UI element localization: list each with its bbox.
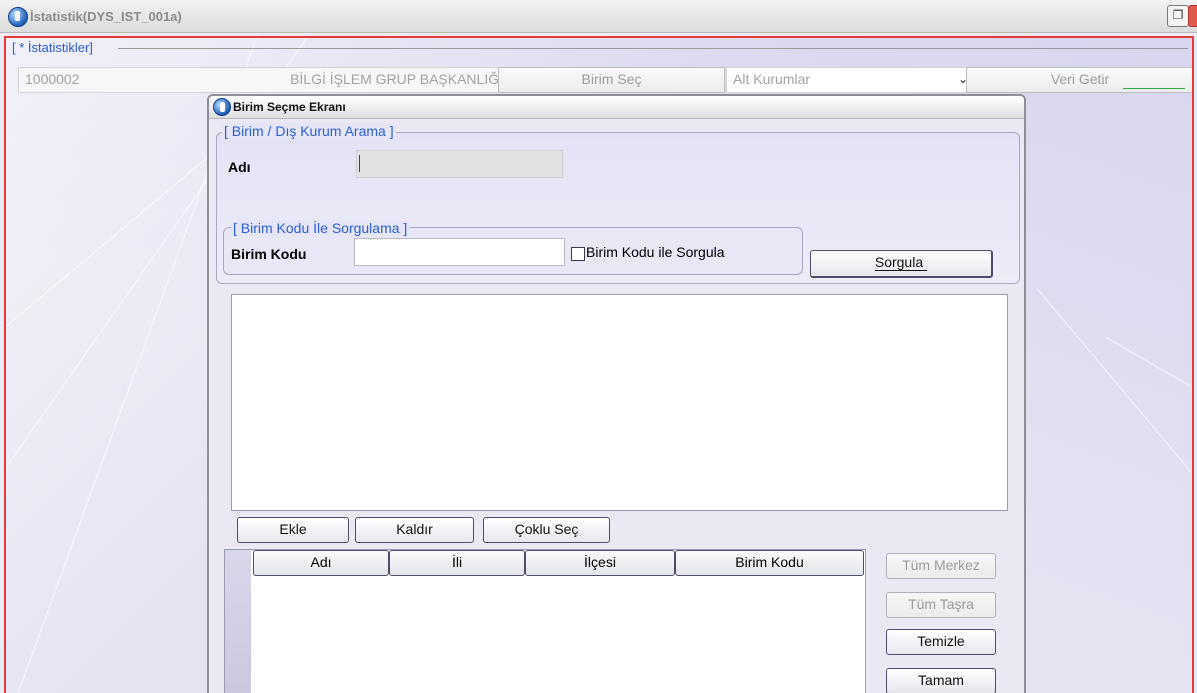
window-title-bar: İstatistik(DYS_IST_001a) ❐ [0,0,1197,33]
column-header-province[interactable]: İli [389,550,525,576]
column-header-district[interactable]: İlçesi [525,550,675,576]
remove-button[interactable]: Kaldır [355,517,474,543]
name-input[interactable] [356,150,563,178]
all-province-button[interactable]: Tüm Taşra [886,592,996,618]
search-fieldset-legend: [ Birim / Dış Kurum Arama ] [222,123,396,139]
background-decoration [6,158,207,609]
unit-code-input[interactable] [354,238,565,266]
ok-button[interactable]: Tamam [886,668,996,693]
unit-code-text: 1000002 [25,71,80,87]
multi-select-button[interactable]: Çoklu Seç [483,517,610,543]
sub-institution-select-value: Alt Kurumlar [733,71,811,87]
select-unit-button[interactable]: Birim Seç [498,67,725,93]
background-decoration [1036,287,1192,672]
focus-underline [1123,88,1185,89]
column-header-name[interactable]: Adı [253,550,389,576]
close-window-icon[interactable] [1188,5,1197,27]
group-border [118,48,1188,49]
query-button-label: Sorgula [874,254,928,271]
all-center-button[interactable]: Tüm Merkez [886,553,996,579]
unit-name-text: BİLGİ İŞLEM GRUP BAŞKANLIĞI [290,71,503,87]
sub-institution-select[interactable]: Alt Kurumlar ⌄ [726,67,977,93]
row-header-column [225,550,251,693]
text-caret [359,155,360,172]
clear-button[interactable]: Temizle [886,629,996,655]
results-list[interactable] [231,294,1008,511]
dialog-title-bar: Birim Seçme Ekranı [209,96,1024,119]
column-header-unit-code[interactable]: Birim Kodu [675,550,864,576]
unit-display-field: 1000002 BİLGİ İŞLEM GRUP BAŞKANLIĞI [18,67,510,93]
dialog-title: Birim Seçme Ekranı [233,100,346,114]
query-by-code-label: Birim Kodu ile Sorgula [586,244,725,260]
dialog-logo-icon [213,98,231,116]
unit-code-label: Birim Kodu [231,246,307,262]
statistics-group-legend: [ * İstatistikler] [12,40,93,55]
fetch-data-label: Veri Getir [1050,71,1110,87]
unit-select-dialog: Birim Seçme Ekranı [ Birim / Dış Kurum A… [207,94,1026,693]
fetch-data-button[interactable]: Veri Getir [966,67,1192,93]
add-button[interactable]: Ekle [237,517,349,543]
query-by-code-checkbox[interactable] [571,247,585,261]
background-decoration [1106,337,1192,588]
query-button[interactable]: Sorgula [810,250,993,278]
name-label: Adı [228,159,251,175]
code-query-legend: [ Birim Kodu İle Sorgulama ] [231,220,410,236]
selected-units-table[interactable]: Adı İli İlçesi Birim Kodu [224,549,866,693]
window-title: İstatistik(DYS_IST_001a) [30,9,182,24]
restore-window-icon[interactable]: ❐ [1167,5,1189,27]
app-logo-icon [8,7,28,27]
